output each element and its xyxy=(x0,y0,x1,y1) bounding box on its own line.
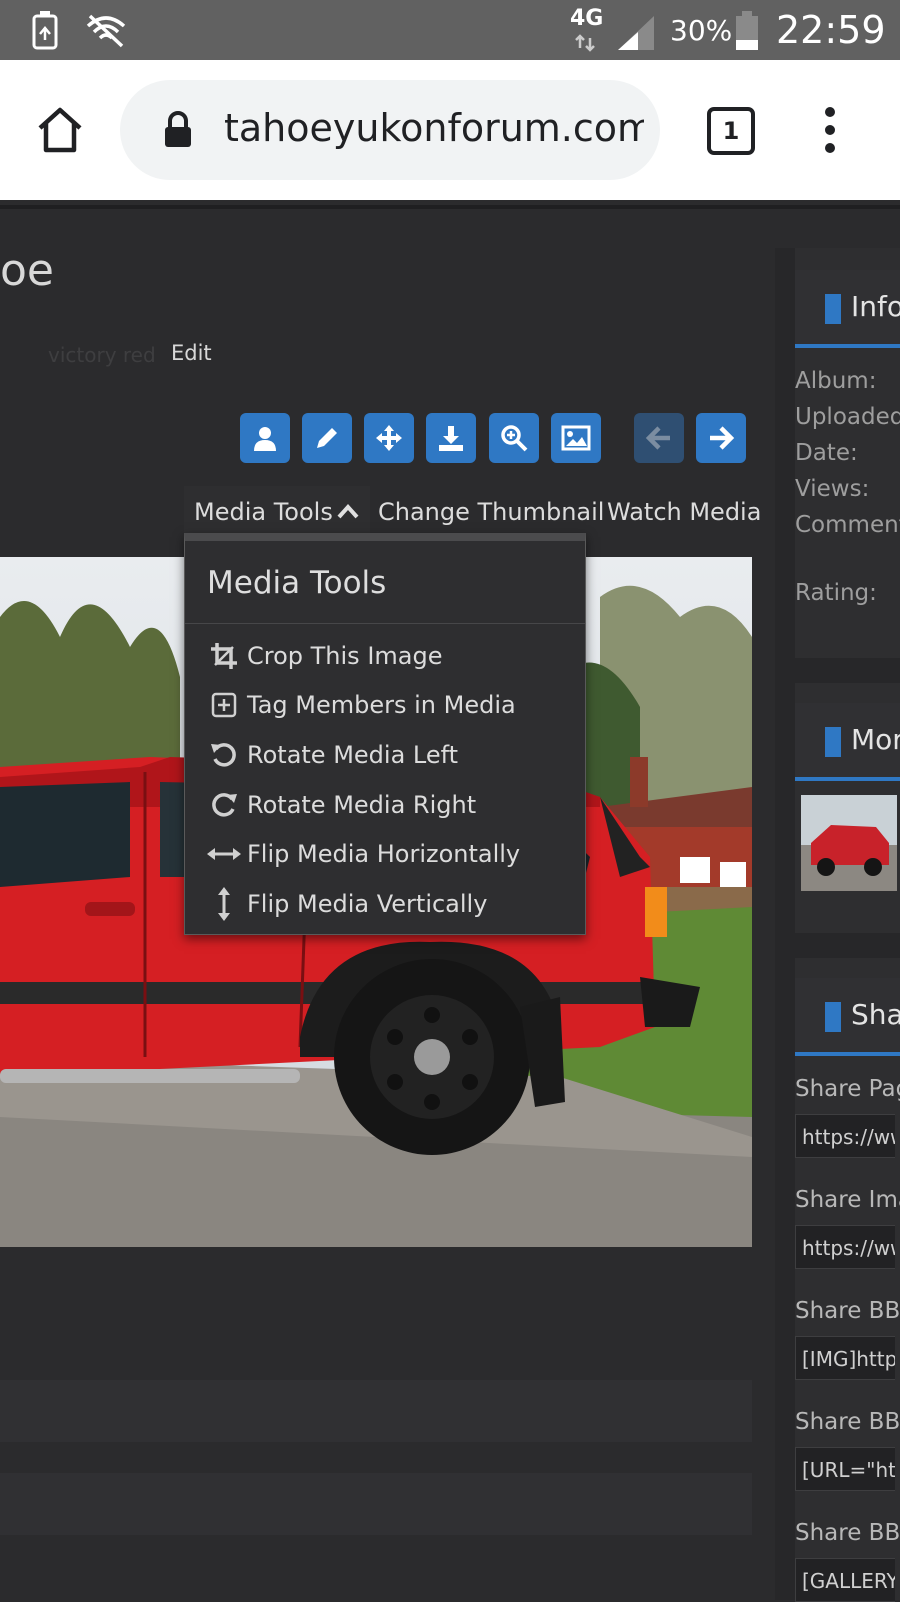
download-button[interactable] xyxy=(426,413,476,463)
more-block: Mor xyxy=(795,683,900,933)
menu-item-rotate-left[interactable]: Rotate Media Left xyxy=(207,733,577,777)
data-arrows-icon xyxy=(575,34,595,52)
menu-item-label: Crop This Image xyxy=(247,642,443,670)
info-label-uploaded: Uploaded xyxy=(795,404,900,430)
zoom-button[interactable] xyxy=(489,413,539,463)
menu-item-label: Flip Media Horizontally xyxy=(247,840,521,868)
plus-square-icon xyxy=(207,688,241,722)
share-block: Sha Share Pag https://ww Share Ima https… xyxy=(795,958,900,1602)
edit-button[interactable] xyxy=(302,413,352,463)
zoom-in-icon xyxy=(501,425,528,452)
info-title: Info xyxy=(851,290,900,323)
battery-saver-icon xyxy=(32,11,58,50)
rotate-left-icon xyxy=(207,738,241,772)
sidebar: Info Album: Uploaded Date: Views: Commen… xyxy=(775,248,900,1602)
signal-icon xyxy=(618,16,654,50)
info-label-date: Date: xyxy=(795,440,858,466)
arrows-vertical-icon xyxy=(207,887,241,921)
share-input-bb-gallery[interactable]: [GALLERY xyxy=(795,1558,895,1602)
info-block: Info Album: Uploaded Date: Views: Commen… xyxy=(795,248,900,658)
share-label-bb-url: Share BB xyxy=(795,1409,900,1435)
image-icon xyxy=(561,425,591,451)
more-header: Mor xyxy=(795,703,900,781)
share-label-bb-gallery: Share BB xyxy=(795,1520,900,1546)
share-label-page: Share Pag xyxy=(795,1076,900,1102)
info-label-comments: Comment xyxy=(795,512,900,538)
network-type: 4G xyxy=(570,6,604,31)
info-header: Info xyxy=(795,270,900,348)
panel-strip-1 xyxy=(0,1380,752,1442)
tab-count: 1 xyxy=(722,117,740,145)
info-label-rating: Rating: xyxy=(795,580,877,606)
share-header: Sha xyxy=(795,978,900,1056)
thumbnail-truck xyxy=(801,795,897,891)
menu-item-label: Flip Media Vertically xyxy=(247,890,488,918)
menu-item-flip-horizontal[interactable]: Flip Media Horizontally xyxy=(207,832,577,876)
more-header-marker xyxy=(825,727,841,757)
user-button[interactable] xyxy=(240,413,290,463)
share-header-marker xyxy=(825,1002,841,1032)
next-button[interactable] xyxy=(696,413,746,463)
arrow-left-icon xyxy=(645,426,670,450)
menu-item-label: Tag Members in Media xyxy=(247,691,516,719)
browser-toolbar: tahoeyukonforum.com/ 1 xyxy=(0,60,900,200)
crop-icon xyxy=(207,639,241,673)
clock: 22:59 xyxy=(776,8,886,52)
arrows-horizontal-icon xyxy=(207,837,241,871)
menu-item-tag-members[interactable]: Tag Members in Media xyxy=(207,683,577,727)
battery-percent: 30% xyxy=(670,14,733,47)
url-text: tahoeyukonforum.com/ xyxy=(224,106,644,150)
info-label-album: Album: xyxy=(795,368,877,394)
menu-item-rotate-right[interactable]: Rotate Media Right xyxy=(207,783,577,827)
move-button[interactable] xyxy=(364,413,414,463)
share-title: Sha xyxy=(851,998,900,1031)
share-input-bb-url[interactable]: [URL="http xyxy=(795,1447,895,1491)
more-title: Mor xyxy=(851,723,900,756)
dropdown-title: Media Tools xyxy=(207,565,387,601)
rotate-right-icon xyxy=(207,788,241,822)
menu-item-flip-vertical[interactable]: Flip Media Vertically xyxy=(207,882,577,926)
page-top-border xyxy=(0,205,900,209)
edit-link[interactable]: Edit xyxy=(171,341,212,365)
user-icon xyxy=(254,427,276,451)
image-button[interactable] xyxy=(551,413,601,463)
share-input-bb-img[interactable]: [IMG]https xyxy=(795,1336,895,1380)
menu-item-label: Rotate Media Left xyxy=(247,741,459,769)
menu-item-crop[interactable]: Crop This Image xyxy=(207,634,577,678)
page-title: oe xyxy=(0,245,54,296)
lock-icon xyxy=(165,111,191,147)
dropdown-separator xyxy=(185,623,585,624)
change-thumbnail-link[interactable]: Change Thumbnail xyxy=(378,498,604,526)
media-tools-tab[interactable]: Media Tools xyxy=(194,498,333,526)
info-header-line xyxy=(795,344,900,348)
info-header-marker xyxy=(825,294,841,324)
more-thumbnail[interactable] xyxy=(801,795,897,891)
address-bar[interactable]: tahoeyukonforum.com/ xyxy=(120,80,660,180)
menu-item-label: Rotate Media Right xyxy=(247,791,477,819)
status-bar: 4G 30% 22:59 xyxy=(0,0,900,60)
share-label-image: Share Ima xyxy=(795,1187,900,1213)
watch-media-link[interactable]: Watch Media xyxy=(607,498,761,526)
pencil-icon xyxy=(317,428,337,448)
media-tag: victory red xyxy=(48,343,156,367)
chevron-up-icon[interactable] xyxy=(336,502,360,520)
previous-button[interactable] xyxy=(634,413,684,463)
more-header-line xyxy=(795,777,900,781)
share-header-line xyxy=(795,1052,900,1056)
wifi-off-icon xyxy=(86,14,126,48)
move-icon xyxy=(376,425,402,451)
arrow-right-icon xyxy=(710,426,735,450)
tab-switcher-button[interactable]: 1 xyxy=(707,107,755,155)
page-content: oe victory red Edit Media Tools Change T… xyxy=(0,205,900,1602)
battery-icon xyxy=(736,11,758,50)
media-tools-dropdown: Media Tools Crop This Image Tag Members … xyxy=(184,533,586,935)
info-label-views: Views: xyxy=(795,476,870,502)
panel-strip-2 xyxy=(0,1473,752,1535)
download-icon xyxy=(439,426,463,451)
more-vert-icon[interactable] xyxy=(820,104,840,156)
share-label-bb-img: Share BB xyxy=(795,1298,900,1324)
share-input-page[interactable]: https://ww xyxy=(795,1114,895,1158)
home-icon[interactable] xyxy=(34,104,86,156)
share-input-image[interactable]: https://ww xyxy=(795,1225,895,1269)
